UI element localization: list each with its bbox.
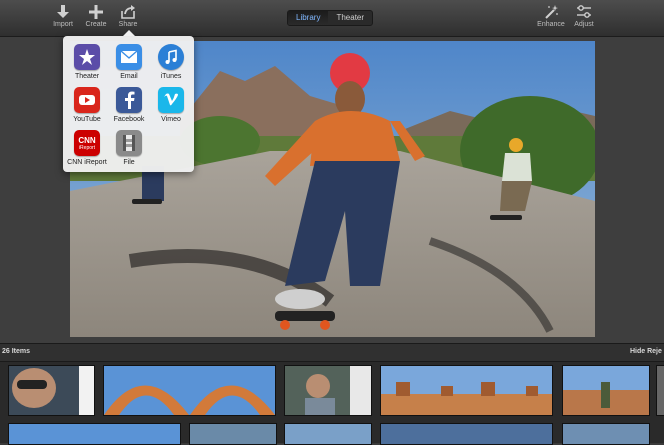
share-facebook-label: Facebook bbox=[113, 116, 145, 123]
clip-thumbnail[interactable] bbox=[103, 365, 276, 416]
share-file-label: File bbox=[123, 159, 135, 166]
share-email-item[interactable]: Email bbox=[108, 44, 150, 80]
share-facebook-item[interactable]: Facebook bbox=[108, 87, 150, 123]
plus-icon bbox=[89, 5, 103, 19]
clip-thumbnail[interactable] bbox=[656, 365, 664, 416]
clip-browser: 26 Items Hide Reje bbox=[0, 343, 664, 445]
import-icon bbox=[57, 5, 69, 18]
share-itunes-item[interactable]: iTunes bbox=[150, 44, 192, 80]
share-theater-label: Theater bbox=[74, 73, 100, 80]
file-icon bbox=[116, 130, 142, 156]
clip-thumbnail-image bbox=[285, 366, 371, 415]
view-switcher: Library Theater bbox=[287, 10, 374, 26]
share-button[interactable]: Share bbox=[106, 4, 150, 28]
clip-thumbnail[interactable] bbox=[284, 423, 372, 445]
ireport-logo-text: iReport bbox=[78, 144, 96, 151]
share-cnn-ireport-label: CNN iReport bbox=[67, 159, 107, 166]
share-theater-item[interactable]: Theater bbox=[66, 44, 108, 80]
share-vimeo-label: Vimeo bbox=[161, 116, 181, 123]
adjust-button[interactable]: Adjust bbox=[562, 4, 606, 28]
sliders-icon bbox=[577, 5, 591, 18]
mail-icon bbox=[116, 44, 142, 70]
create-label: Create bbox=[85, 21, 107, 28]
share-youtube-item[interactable]: YouTube bbox=[66, 87, 108, 123]
enhance-label: Enhance bbox=[537, 21, 565, 28]
youtube-icon bbox=[74, 87, 100, 113]
vimeo-icon bbox=[158, 87, 184, 113]
tab-theater[interactable]: Theater bbox=[328, 11, 372, 25]
clip-thumbnail-image bbox=[563, 366, 649, 415]
cnn-ireport-icon: CNN iReport bbox=[74, 130, 100, 156]
share-label: Share bbox=[118, 21, 138, 28]
share-vimeo-item[interactable]: Vimeo bbox=[150, 87, 192, 123]
cnn-logo-text: CNN bbox=[78, 135, 96, 145]
import-label: Import bbox=[53, 21, 73, 28]
share-cnn-ireport-item[interactable]: CNN iReport CNN iReport bbox=[66, 130, 108, 166]
clip-thumbnail[interactable] bbox=[189, 423, 277, 445]
clip-thumbnail-image bbox=[104, 366, 275, 415]
clip-thumbnail-image bbox=[381, 366, 552, 415]
clip-thumbnail[interactable] bbox=[562, 423, 650, 445]
clip-thumbnail[interactable] bbox=[562, 365, 650, 416]
clip-thumbnail[interactable] bbox=[380, 423, 553, 445]
share-youtube-label: YouTube bbox=[73, 116, 101, 123]
clip-thumbnail[interactable] bbox=[8, 365, 95, 416]
clip-thumbnail[interactable] bbox=[380, 365, 553, 416]
share-popover: Theater Email iTunes YouTube Facebook Vi… bbox=[63, 30, 194, 172]
hide-rejected-button[interactable]: Hide Reje bbox=[630, 348, 662, 355]
tab-library[interactable]: Library bbox=[288, 11, 329, 25]
clip-thumbnail[interactable] bbox=[284, 365, 372, 416]
browser-header: 26 Items Hide Reje bbox=[0, 343, 664, 362]
theater-icon bbox=[74, 44, 100, 70]
share-icon bbox=[121, 5, 135, 19]
itunes-icon bbox=[158, 44, 184, 70]
facebook-icon bbox=[116, 87, 142, 113]
toolbar: Import Create Share Library Theater Enha… bbox=[0, 0, 664, 37]
magic-wand-icon bbox=[545, 5, 558, 19]
share-file-item[interactable]: File bbox=[108, 130, 150, 166]
adjust-label: Adjust bbox=[574, 21, 594, 28]
clip-thumbnail[interactable] bbox=[8, 423, 181, 445]
share-email-label: Email bbox=[120, 73, 138, 80]
share-itunes-label: iTunes bbox=[160, 73, 182, 80]
item-count: 26 Items bbox=[2, 348, 31, 355]
clip-thumbnail-image bbox=[9, 366, 94, 415]
